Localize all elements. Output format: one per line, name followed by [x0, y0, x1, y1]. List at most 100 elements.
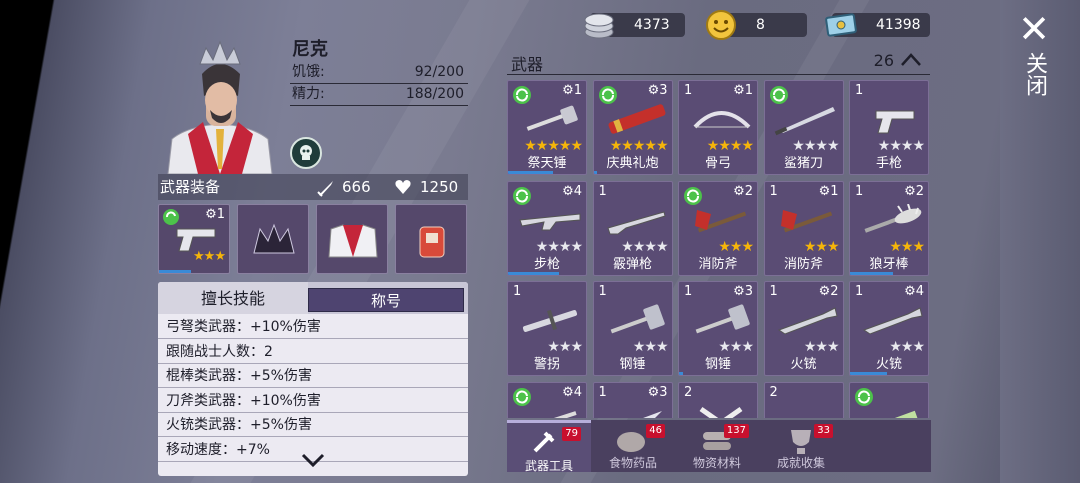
character-name: 尼克: [292, 39, 328, 60]
item-name: 手枪: [875, 156, 902, 171]
inventory-item[interactable]: ⚙2 ★★★ 消防斧: [678, 180, 758, 276]
armor-vest-icon: [328, 224, 378, 258]
tab-label: 物资材料: [692, 456, 741, 470]
gear-level: ⚙3: [647, 384, 668, 400]
inventory-item[interactable]: ★★★★ 鲨猪刀: [763, 80, 844, 175]
chevron-down-icon[interactable]: [300, 450, 326, 470]
progress-bar: [679, 372, 683, 375]
refresh-icon: [598, 86, 617, 104]
count-badge: 137: [723, 424, 749, 438]
gear-level: ⚙1: [818, 183, 839, 199]
inventory-item[interactable]: ⚙1 ★★★★★ 祭天锤: [507, 80, 587, 175]
progress-bar: [850, 372, 888, 375]
category-tab[interactable]: 物资材料 137: [675, 420, 759, 472]
launcher-icon: [867, 410, 919, 418]
progress-bar: [593, 171, 598, 174]
stat-energy: 精力: 188/200: [290, 84, 468, 106]
currency-value: 4373: [634, 17, 670, 33]
item-name: 步枪: [533, 256, 560, 272]
crossbow-icon: [552, 410, 577, 418]
inventory-item[interactable]: 1 ★★★★ 霰弹枪: [592, 180, 673, 276]
stat-value: 92/200: [414, 64, 464, 80]
axe-icon: [695, 209, 747, 232]
refresh-icon: [513, 86, 531, 104]
equipment-title: 武器装备: [160, 178, 221, 196]
inventory-item[interactable]: ⚙3 ★★★★★ 庆典礼炮: [592, 80, 673, 175]
blunderbuss-icon: [777, 307, 838, 335]
gear-level: ⚙3: [647, 83, 668, 98]
gear-level: ⚙1: [562, 83, 582, 98]
item-count: 1: [855, 284, 864, 299]
equipment-slot[interactable]: [237, 204, 309, 274]
item-name: 狼牙棒: [869, 256, 909, 272]
count-badge: 46: [646, 424, 665, 438]
blade-icon: [774, 107, 835, 136]
tab-skills[interactable]: 擅长技能: [158, 282, 308, 314]
category-tab[interactable]: 成就收集 33: [759, 420, 843, 472]
gear-level: ⚙4: [562, 384, 582, 400]
shotgun-icon: [606, 210, 666, 234]
item-name: 钢锤: [704, 357, 731, 372]
backpack-icon: [419, 226, 445, 258]
inventory-item[interactable]: 1 ★★★ 警拐: [507, 281, 587, 376]
inventory-item[interactable]: ⚙4 ★★★★ 步枪: [507, 180, 587, 276]
inventory-item[interactable]: 1 ⚙4 ★★★ 火铳: [849, 281, 929, 376]
axe-icon: [780, 209, 832, 232]
progress-bar: [850, 271, 893, 275]
inventory-item[interactable]: 1 ★★★ 钢锤: [592, 281, 673, 376]
category-tab[interactable]: 食物药品 46: [591, 420, 675, 472]
bow-icon: [693, 111, 751, 129]
skills-panel: 擅长技能 称号 弓弩类武器：+10%伤害 跟随战士人数：2 棍棒类武器：+5%伤害刀…: [158, 282, 468, 476]
item-name: 骨弓: [704, 156, 731, 171]
close-button[interactable]: ✕ 关闭: [1012, 10, 1056, 106]
inventory-item[interactable]: 2: [678, 381, 758, 418]
stat-label: 饥饿:: [292, 64, 325, 80]
hammer-icon: [526, 105, 578, 131]
gear-level: ⚙2: [733, 183, 753, 199]
currency-coin: 8: [706, 10, 807, 40]
item-name: 消防斧: [698, 256, 738, 272]
rifle-icon: [519, 212, 581, 230]
sledgehammer-icon: [610, 304, 665, 334]
tab-titles[interactable]: 称号: [308, 288, 464, 312]
refresh-icon: [163, 209, 179, 225]
gear-level: ⚙1: [205, 207, 225, 222]
item-name: 鲨猪刀: [783, 156, 823, 171]
tab-label: 食物药品: [608, 456, 657, 470]
item-name: 消防斧: [783, 256, 823, 272]
inventory-header: 武器 26: [507, 47, 930, 75]
sledgehammer-icon: [695, 304, 750, 334]
inventory-item[interactable]: [849, 381, 929, 418]
close-icon: ✕: [1018, 7, 1050, 51]
equipment-slot[interactable]: [395, 204, 467, 274]
stat-label: 精力:: [292, 86, 325, 102]
baton-icon: [522, 309, 578, 332]
refresh-icon: [855, 387, 873, 406]
inventory-item[interactable]: 2: [763, 381, 844, 418]
item-count: 1: [513, 284, 522, 299]
skill-row: 火铳类武器：+5%伤害: [158, 413, 468, 438]
inventory-item[interactable]: 1 ⚙2 ★★★ 狼牙棒: [849, 180, 929, 276]
equipment-slot[interactable]: ⚙1 ★★★: [158, 204, 230, 274]
knife-icon: [641, 410, 662, 418]
currency-value: 8: [756, 17, 765, 33]
skull-badge-icon[interactable]: [290, 137, 322, 169]
inventory-item[interactable]: 1 ⚙3: [592, 381, 673, 418]
crown-helmet-icon: [253, 223, 295, 254]
chevron-up-icon[interactable]: [900, 51, 922, 69]
inventory-item[interactable]: 1 ★★★★ 手枪: [849, 80, 929, 175]
inventory-item[interactable]: ⚙4: [507, 381, 587, 418]
inventory-count: 26: [873, 51, 894, 70]
category-tab[interactable]: 武器工具 79: [507, 420, 591, 473]
stat-value: 188/200: [405, 86, 464, 102]
gear-level: ⚙1: [733, 83, 753, 98]
inventory-item[interactable]: 1 ⚙3 ★★★ 钢锤: [678, 281, 758, 376]
pistol-icon: [875, 110, 915, 134]
item-count: 1: [855, 183, 864, 199]
inventory-item[interactable]: 1 ⚙2 ★★★ 火铳: [763, 281, 844, 376]
inventory-item[interactable]: 1 ⚙1 ★★★ 消防斧: [763, 180, 844, 276]
item-count: 1: [598, 183, 607, 199]
equipment-slot[interactable]: [316, 204, 388, 274]
count-badge: 79: [562, 427, 581, 441]
inventory-item[interactable]: 1 ⚙1 ★★★★ 骨弓: [678, 80, 758, 175]
